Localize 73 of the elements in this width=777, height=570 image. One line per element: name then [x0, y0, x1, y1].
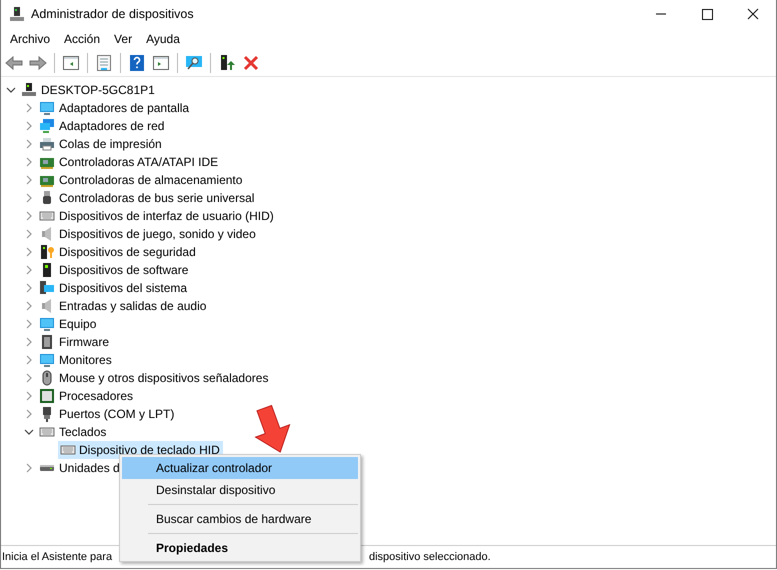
properties-sheet-icon[interactable] — [94, 53, 114, 73]
back-arrow-icon[interactable] — [4, 53, 24, 73]
forward-arrow-icon[interactable] — [28, 53, 48, 73]
tree-item[interactable]: Procesadores — [58, 387, 134, 405]
tree-item[interactable]: Dispositivos de interfaz de usuario (HID) — [58, 207, 275, 225]
expand-chevron-icon[interactable] — [24, 157, 34, 167]
expand-chevron-icon[interactable] — [24, 409, 34, 419]
menu-item[interactable]: Acción — [57, 32, 108, 46]
collapse-chevron-icon[interactable] — [6, 85, 16, 95]
expand-chevron-icon[interactable] — [24, 337, 34, 347]
menu-item[interactable]: Archivo — [3, 32, 58, 46]
status-text: Inicia el Asistente para — [1, 551, 114, 563]
expand-chevron-icon[interactable] — [24, 211, 34, 221]
window-title: Administrador de dispositivos — [31, 7, 195, 21]
expand-chevron-icon[interactable] — [24, 265, 34, 275]
chip-icon — [39, 334, 55, 350]
tree-item[interactable]: Mouse y otros dispositivos señaladores — [58, 369, 270, 387]
window-pane-icon[interactable] — [61, 53, 81, 73]
context-menu-item[interactable]: Propiedades — [122, 537, 358, 559]
computer-icon — [39, 280, 55, 296]
tree-item[interactable]: Dispositivos de juego, sonido y video — [58, 225, 257, 243]
expand-chevron-icon[interactable] — [24, 103, 34, 113]
tree-item[interactable]: Dispositivos de seguridad — [58, 243, 197, 261]
delete-icon[interactable] — [241, 53, 261, 73]
expand-chevron-icon[interactable] — [24, 319, 34, 329]
monitor-icon — [39, 352, 55, 368]
menu-item[interactable]: Ver — [107, 32, 140, 46]
tree-item[interactable]: Controladoras ATA/ATAPI IDE — [58, 153, 220, 171]
expand-chevron-icon[interactable] — [24, 391, 34, 401]
context-menu-item[interactable]: Desinstalar dispositivo — [122, 479, 358, 501]
context-menu-item[interactable]: Buscar cambios de hardware — [122, 508, 358, 530]
tree-item[interactable]: Entradas y salidas de audio — [58, 297, 208, 315]
tree-item[interactable]: Dispositivos del sistema — [58, 279, 188, 297]
monitor-icon — [39, 100, 55, 116]
device-icon — [9, 6, 25, 22]
tree-item[interactable]: Controladoras de bus serie universal — [58, 189, 256, 207]
network-icon — [39, 118, 55, 134]
expand-chevron-icon[interactable] — [24, 121, 34, 131]
tree-item[interactable]: Unidades d — [58, 459, 121, 477]
context-menu-item[interactable]: Actualizar controlador — [122, 457, 358, 479]
tree-item[interactable]: DESKTOP-5GC81P1 — [40, 81, 156, 99]
expand-chevron-icon[interactable] — [24, 193, 34, 203]
expand-chevron-icon[interactable] — [24, 229, 34, 239]
key-device-icon — [39, 244, 55, 260]
tree-item[interactable]: Controladoras de almacenamiento — [58, 171, 244, 189]
tree-item[interactable]: Puertos (COM y LPT) — [58, 405, 176, 423]
help-icon[interactable] — [127, 53, 147, 73]
tree-item[interactable]: Dispositivos de software — [58, 261, 190, 279]
expand-chevron-icon[interactable] — [24, 247, 34, 257]
expand-chevron-icon[interactable] — [24, 373, 34, 383]
expand-chevron-icon[interactable] — [24, 283, 34, 293]
menu-item[interactable]: Ayuda — [139, 32, 187, 46]
expand-chevron-icon[interactable] — [24, 139, 34, 149]
tree-item[interactable]: Teclados — [58, 423, 108, 441]
computer-icon — [21, 82, 37, 98]
tree-item[interactable]: Equipo — [58, 315, 98, 333]
tree-item[interactable]: Firmware — [58, 333, 110, 351]
drive-icon — [39, 465, 55, 471]
window-pane-icon[interactable] — [151, 53, 171, 73]
printer-icon — [39, 136, 55, 152]
expand-chevron-icon[interactable] — [24, 301, 34, 311]
expand-chevron-icon[interactable] — [24, 355, 34, 365]
monitor-icon — [39, 316, 55, 332]
collapse-chevron-icon[interactable] — [24, 427, 34, 437]
tree-item-label: Dispositivo de teclado HID — [79, 443, 220, 457]
tree-item[interactable]: Adaptadores de pantalla — [58, 99, 190, 117]
expand-chevron-icon[interactable] — [24, 463, 34, 473]
tree-item[interactable]: Adaptadores de red — [58, 117, 166, 135]
tree-item[interactable]: Colas de impresión — [58, 135, 163, 153]
tree-item[interactable]: Monitores — [58, 351, 113, 369]
processor-icon — [39, 388, 55, 404]
expand-chevron-icon[interactable] — [24, 175, 34, 185]
status-text: dispositivo seleccionado. — [368, 551, 492, 563]
